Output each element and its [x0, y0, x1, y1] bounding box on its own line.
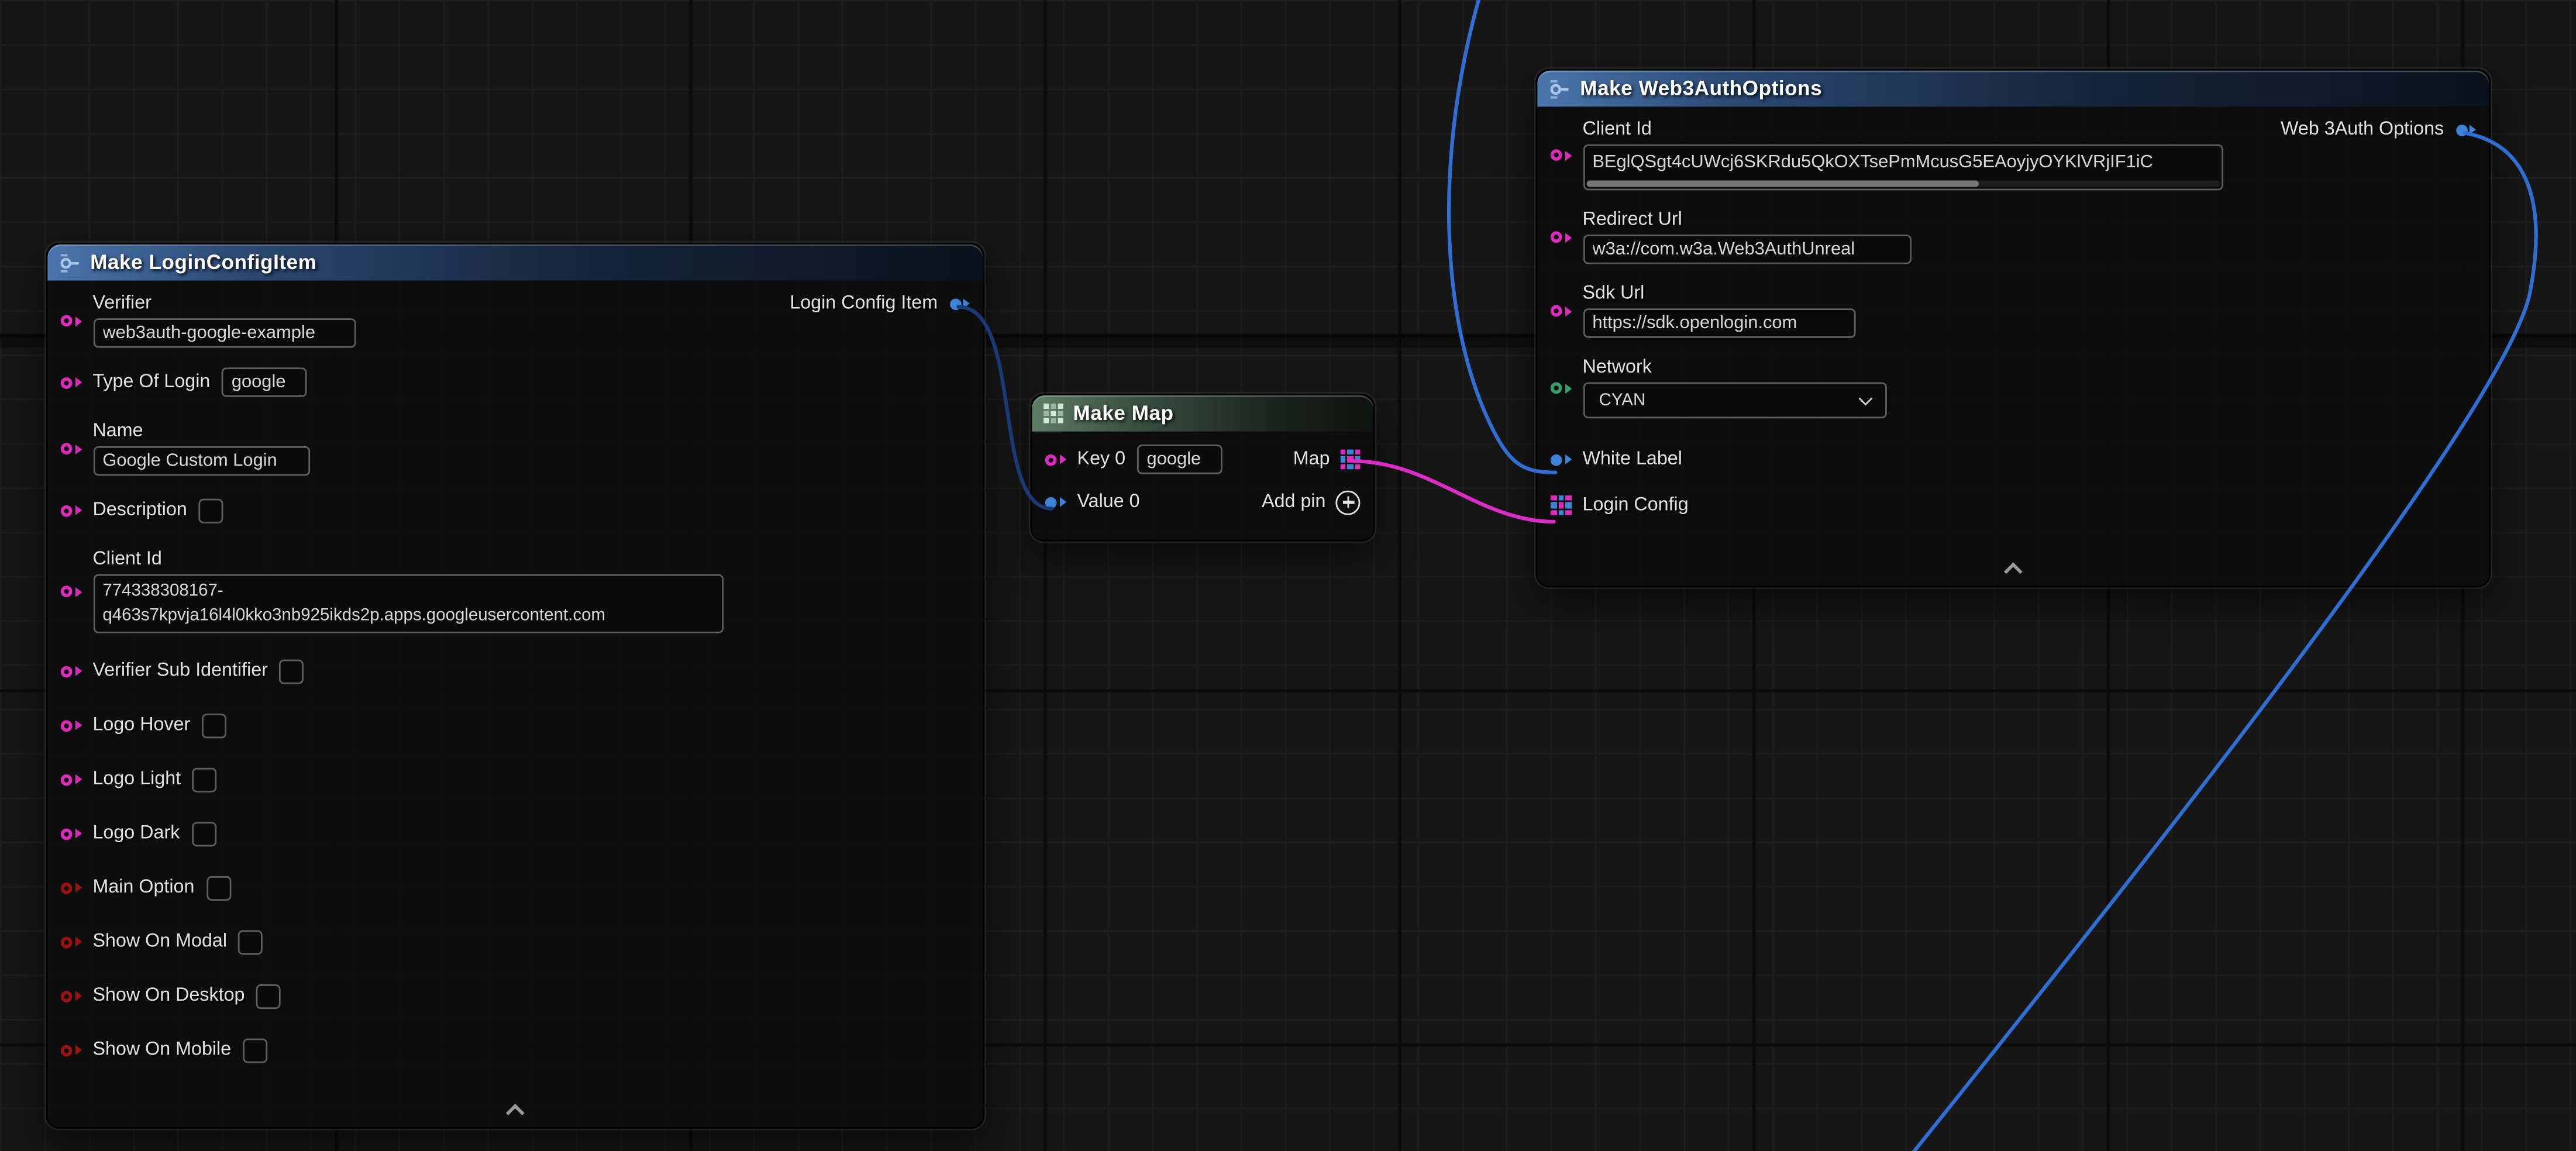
collapse-advanced-button[interactable]	[495, 1099, 535, 1122]
chevron-up-icon	[506, 1104, 525, 1122]
verifier-sub-identifier-label: Verifier Sub Identifier	[92, 661, 267, 681]
show-on-mobile-pin[interactable]	[61, 1044, 81, 1056]
type-of-login-pin[interactable]	[61, 377, 81, 388]
show-on-desktop-pin[interactable]	[61, 990, 81, 1002]
show-on-desktop-label: Show On Desktop	[92, 986, 244, 1006]
login-config-pin[interactable]	[1551, 495, 1571, 515]
blueprint-graph-canvas[interactable]: Make LoginConfigItem Login Config Item V…	[0, 0, 2576, 1151]
show-on-mobile-label: Show On Mobile	[92, 1040, 231, 1060]
verifier-label: Verifier	[92, 294, 355, 313]
redirect-url-input[interactable]	[1583, 235, 1911, 264]
map-output-pin[interactable]	[1339, 449, 1360, 470]
show-on-modal-checkbox[interactable]	[239, 929, 263, 954]
verifier-pin[interactable]	[61, 315, 81, 327]
client-id-pin[interactable]	[1551, 149, 1571, 161]
value-0-pin[interactable]	[1045, 497, 1066, 508]
description-label: Description	[92, 501, 187, 521]
sdk-url-pin[interactable]	[1551, 305, 1571, 317]
description-input[interactable]	[199, 498, 223, 522]
output-pin-label: Login Config Item	[790, 294, 938, 313]
main-option-pin[interactable]	[61, 882, 81, 894]
node-header[interactable]: Make LoginConfigItem	[47, 244, 983, 281]
network-selected-value: CYAN	[1599, 391, 1646, 411]
web3auth-options-output-pin[interactable]	[2456, 124, 2476, 136]
make-struct-icon	[1549, 78, 1570, 99]
logo-light-input[interactable]	[192, 767, 217, 791]
add-pin-label: Add pin	[1262, 492, 1325, 512]
logo-light-label: Logo Light	[92, 770, 181, 790]
add-pin-button[interactable]	[1335, 490, 1360, 514]
show-on-modal-label: Show On Modal	[92, 932, 227, 952]
show-on-modal-pin[interactable]	[61, 936, 81, 947]
output-pin-label: Web 3Auth Options	[2281, 120, 2444, 140]
redirect-url-pin[interactable]	[1551, 232, 1571, 243]
unreal-blueprint-editor: Make LoginConfigItem Login Config Item V…	[0, 0, 2576, 1151]
client-id-label: Client Id	[92, 550, 722, 570]
map-container-icon	[1044, 404, 1063, 423]
node-header[interactable]: Make Web3AuthOptions	[1537, 71, 2489, 107]
node-title: Make Map	[1073, 402, 1174, 425]
key-0-pin[interactable]	[1045, 454, 1066, 466]
logo-hover-input[interactable]	[202, 713, 226, 738]
login-config-label: Login Config	[1583, 495, 1689, 515]
name-label: Name	[92, 422, 309, 442]
node-header[interactable]: Make Map	[1032, 395, 1373, 432]
name-pin[interactable]	[61, 443, 81, 454]
map-output-label: Map	[1293, 450, 1330, 470]
redirect-url-label: Redirect Url	[1583, 210, 1911, 230]
make-struct-icon	[59, 252, 80, 273]
logo-dark-pin[interactable]	[61, 828, 81, 839]
node-title: Make Web3AuthOptions	[1580, 77, 1822, 100]
node-make-loginconfigitem[interactable]: Make LoginConfigItem Login Config Item V…	[46, 243, 985, 1129]
node-make-map[interactable]: Make Map Key 0 Map Value 0	[1031, 394, 1375, 541]
network-dropdown[interactable]: CYAN	[1583, 382, 1886, 419]
login-config-item-output-pin[interactable]	[949, 298, 970, 309]
scrollbar-thumb[interactable]	[1586, 181, 1978, 187]
description-pin[interactable]	[61, 505, 81, 516]
logo-hover-label: Logo Hover	[92, 715, 190, 735]
main-option-checkbox[interactable]	[206, 876, 230, 900]
node-title: Make LoginConfigItem	[90, 251, 316, 274]
client-id-input[interactable]: 774338308167- q463s7kpvja16l4l0kko3nb925…	[92, 574, 722, 633]
horizontal-scrollbar[interactable]	[1586, 181, 2219, 187]
client-id-pin[interactable]	[61, 585, 81, 597]
main-option-label: Main Option	[92, 878, 194, 898]
node-make-web3authoptions[interactable]: Make Web3AuthOptions Web 3Auth Options C…	[1536, 69, 2491, 587]
logo-light-pin[interactable]	[61, 774, 81, 785]
white-label-pin[interactable]	[1551, 454, 1571, 466]
chevron-down-icon	[1858, 391, 1872, 405]
client-id-label: Client Id	[1583, 120, 2223, 140]
chevron-up-icon	[2004, 562, 2023, 581]
show-on-desktop-checkbox[interactable]	[256, 984, 281, 1008]
value-0-label: Value 0	[1077, 492, 1140, 512]
logo-dark-input[interactable]	[191, 821, 216, 846]
network-label: Network	[1583, 358, 1886, 378]
show-on-mobile-checkbox[interactable]	[243, 1038, 267, 1062]
wire-map-to-login-config[interactable]	[1352, 461, 1554, 522]
sdk-url-input[interactable]	[1583, 308, 1855, 337]
type-of-login-input[interactable]	[222, 367, 307, 397]
key-0-input[interactable]	[1137, 444, 1222, 474]
sdk-url-label: Sdk Url	[1583, 284, 1855, 304]
white-label-label: White Label	[1583, 450, 1682, 470]
type-of-login-label: Type Of Login	[92, 373, 210, 392]
key-0-label: Key 0	[1077, 450, 1126, 470]
collapse-advanced-button[interactable]	[1993, 558, 2033, 581]
name-input[interactable]	[92, 446, 309, 475]
verifier-sub-identifier-pin[interactable]	[61, 665, 81, 677]
verifier-sub-identifier-input[interactable]	[280, 659, 304, 683]
logo-dark-label: Logo Dark	[92, 823, 180, 843]
verifier-input[interactable]	[92, 318, 355, 347]
logo-hover-pin[interactable]	[61, 719, 81, 731]
network-pin[interactable]	[1551, 382, 1571, 394]
